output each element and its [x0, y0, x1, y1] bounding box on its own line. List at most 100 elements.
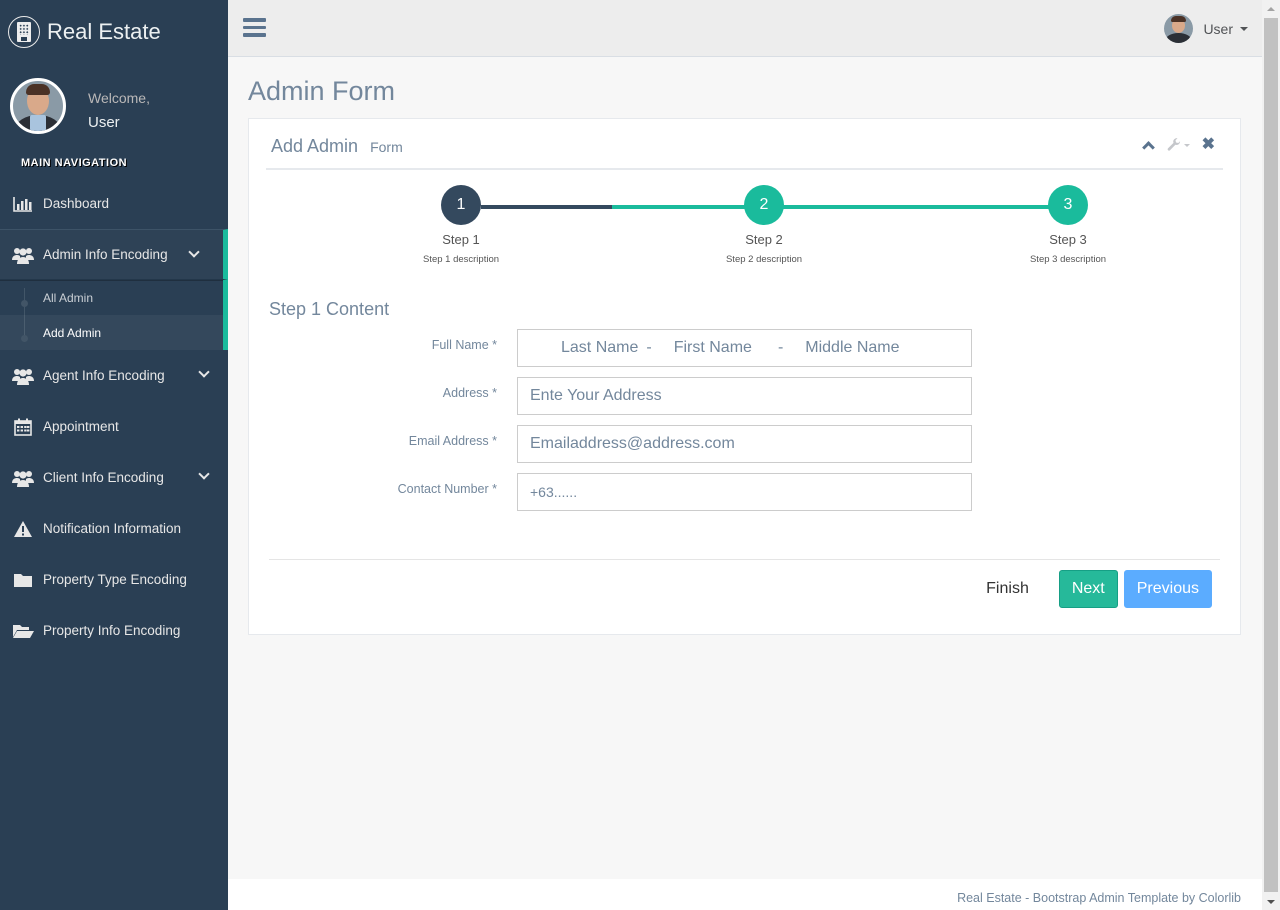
- calendar-icon: [12, 417, 34, 437]
- sidebar-subitem-label: Add Admin: [43, 325, 102, 340]
- add-admin-panel: Add Admin Form ✖ 1 Step 1 Step 1 descript…: [248, 118, 1241, 635]
- sidebar-item-label: Agent Info Encoding: [43, 368, 165, 383]
- sidebar-item-dashboard[interactable]: Dashboard: [0, 178, 228, 229]
- step-description: Step 3 description: [1029, 254, 1107, 265]
- sidebar-menu: Dashboard Admin Info Encoding All Admin …: [0, 178, 228, 656]
- sidebar-subitem-label: All Admin: [43, 290, 94, 305]
- bar-chart-icon: [12, 194, 34, 214]
- sidebar-item-appointment[interactable]: Appointment: [0, 401, 228, 452]
- sidebar-item-agent-info-encoding[interactable]: Agent Info Encoding: [0, 350, 228, 401]
- wizard-step-3[interactable]: 3 Step 3 Step 3 description: [998, 185, 1138, 265]
- step-description: Step 1 description: [422, 254, 500, 265]
- users-icon: [12, 366, 34, 386]
- user-avatar: [1164, 14, 1194, 43]
- top-navigation: User: [228, 0, 1262, 57]
- full-name-label: Full Name *: [431, 338, 497, 352]
- full-name-row: Full Name * Last Name - First Name - Mid…: [249, 329, 1240, 367]
- wizard-actions: Finish Next Previous: [974, 570, 1212, 608]
- address-label: Address *: [442, 386, 497, 400]
- warning-icon: [12, 519, 34, 539]
- sidebar-item-label: Client Info Encoding: [43, 470, 164, 485]
- sidebar: Real Estate Welcome, User MAIN NAVIGATIO…: [0, 0, 228, 910]
- folder-icon: [12, 570, 34, 590]
- previous-button[interactable]: Previous: [1123, 570, 1212, 608]
- bullet-icon: [21, 300, 28, 307]
- bullet-icon: [21, 335, 28, 342]
- sidebar-item-label: Admin Info Encoding: [43, 247, 168, 262]
- contact-input[interactable]: +63......: [517, 473, 972, 511]
- wrench-icon[interactable]: [1167, 138, 1190, 152]
- sidebar-item-label: Appointment: [43, 419, 119, 434]
- sidebar-item-label: Notification Information: [43, 521, 182, 536]
- users-icon: [12, 468, 34, 488]
- welcome-text: Welcome,: [88, 90, 150, 106]
- chevron-down-icon: [198, 468, 210, 480]
- full-name-field[interactable]: Last Name - First Name - Middle Name: [517, 329, 972, 367]
- step-number: 3: [1048, 185, 1088, 225]
- step-name: Step 2: [745, 232, 783, 247]
- email-row: Email Address * Emailaddress@address.com: [249, 425, 1240, 463]
- footer: Real Estate - Bootstrap Admin Template b…: [228, 879, 1262, 910]
- address-input[interactable]: Ente Your Address: [517, 377, 972, 415]
- panel-subtitle: Form: [370, 139, 403, 155]
- last-name-placeholder: Last Name: [561, 339, 639, 356]
- sidebar-item-client-info-encoding[interactable]: Client Info Encoding: [0, 452, 228, 503]
- menu-toggle-button[interactable]: [243, 18, 266, 38]
- user-dropdown[interactable]: User: [1164, 14, 1248, 43]
- brand-link[interactable]: Real Estate: [8, 14, 161, 50]
- panel-title: Add Admin: [271, 136, 359, 156]
- email-input[interactable]: Emailaddress@address.com: [517, 425, 972, 463]
- sidebar-item-label: Property Type Encoding: [43, 572, 187, 587]
- sidebar-item-property-info-encoding[interactable]: Property Info Encoding: [0, 605, 228, 656]
- email-label: Email Address *: [408, 434, 497, 448]
- footer-text: Real Estate - Bootstrap Admin Template b…: [957, 891, 1241, 905]
- users-icon: [12, 245, 34, 265]
- profile-quick-info: Welcome, User: [10, 78, 150, 134]
- separator: -: [777, 339, 784, 356]
- address-row: Address * Ente Your Address: [249, 377, 1240, 415]
- step-description: Step 2 description: [725, 254, 803, 265]
- user-name: User: [1203, 20, 1233, 37]
- scroll-up-icon[interactable]: [1267, 7, 1275, 11]
- sidebar-subitem-add-admin[interactable]: Add Admin: [0, 315, 223, 350]
- panel-header: Add Admin Form ✖: [266, 119, 1223, 170]
- separator: -: [646, 339, 652, 356]
- step-name: Step 3: [1049, 232, 1087, 247]
- step-content-title: Step 1 Content: [269, 299, 390, 319]
- building-icon: [8, 16, 40, 48]
- scroll-thumb[interactable]: [1264, 18, 1278, 892]
- sidebar-item-label: Property Info Encoding: [43, 623, 181, 638]
- step-name: Step 1: [442, 232, 480, 247]
- sidebar-subitem-all-admin[interactable]: All Admin: [0, 280, 223, 315]
- contact-row: Contact Number * +63......: [249, 473, 1240, 511]
- wizard-step-1[interactable]: 1 Step 1 Step 1 description: [391, 185, 531, 265]
- finish-button[interactable]: Finish: [974, 570, 1041, 608]
- sidebar-item-property-type-encoding[interactable]: Property Type Encoding: [0, 554, 228, 605]
- folder-open-icon: [12, 621, 34, 641]
- profile-name: User: [88, 114, 120, 131]
- next-button[interactable]: Next: [1058, 570, 1118, 608]
- sidebar-item-label: Dashboard: [43, 196, 110, 211]
- page-title: Admin Form: [248, 76, 396, 106]
- scroll-down-icon[interactable]: [1267, 900, 1275, 904]
- divider: [269, 559, 1220, 560]
- step-number: 1: [441, 185, 481, 225]
- wizard-step-2[interactable]: 2 Step 2 Step 2 description: [694, 185, 834, 265]
- avatar: [10, 78, 66, 134]
- close-icon[interactable]: ✖: [1202, 137, 1215, 153]
- sidebar-item-admin-info-encoding[interactable]: Admin Info Encoding: [0, 229, 228, 280]
- caret-down-icon: [1240, 26, 1248, 31]
- brand-title: Real Estate: [47, 19, 161, 44]
- chevron-down-icon: [188, 246, 200, 258]
- sidebar-item-notification-information[interactable]: Notification Information: [0, 503, 228, 554]
- middle-name-placeholder: Middle Name: [805, 339, 900, 356]
- step-number: 2: [744, 185, 784, 225]
- contact-label: Contact Number *: [397, 482, 497, 496]
- first-name-placeholder: First Name: [673, 339, 752, 356]
- collapse-icon[interactable]: [1141, 141, 1155, 154]
- page-scrollbar[interactable]: [1262, 0, 1280, 910]
- admin-info-submenu: All Admin Add Admin: [0, 280, 228, 350]
- chevron-down-icon: [198, 366, 210, 378]
- form-wizard: 1 Step 1 Step 1 description 2 Step 2 Ste…: [249, 185, 1240, 275]
- main-navigation-heading: MAIN NAVIGATION: [21, 157, 128, 169]
